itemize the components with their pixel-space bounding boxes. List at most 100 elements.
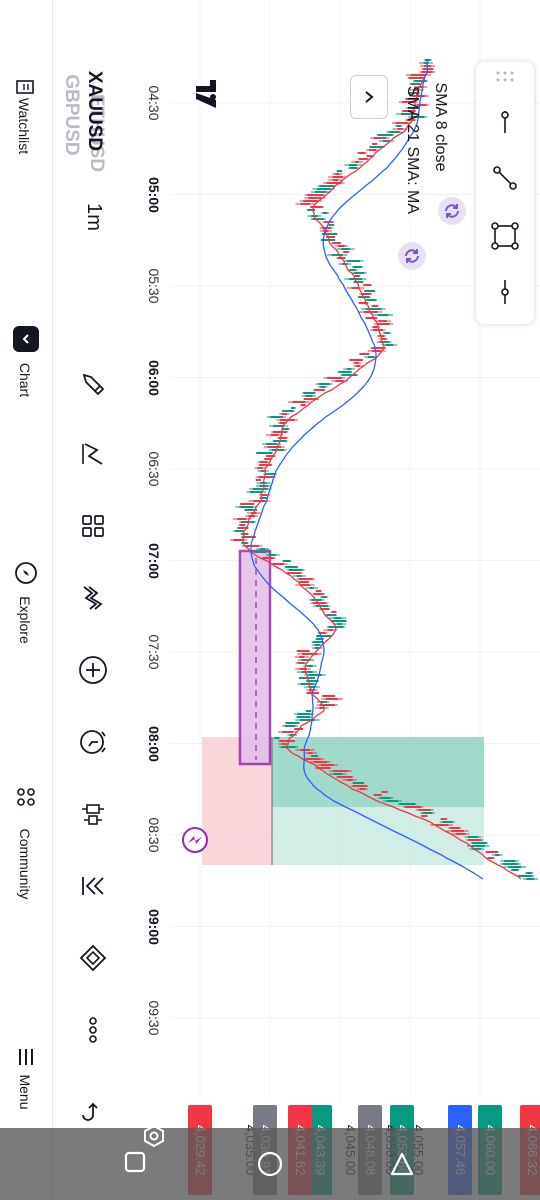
candle-body	[270, 434, 279, 436]
candle-body	[320, 764, 335, 766]
candle-body	[468, 839, 482, 841]
pattern-icon[interactable]	[75, 436, 111, 472]
home-icon[interactable]	[256, 1150, 284, 1178]
undo-icon[interactable]	[75, 1094, 111, 1130]
candle-body	[455, 833, 466, 835]
candle-body	[285, 566, 298, 568]
indicators-icon[interactable]	[75, 580, 111, 616]
candle-body	[386, 800, 399, 802]
legend-toggle-button[interactable]	[350, 75, 388, 119]
candle-style-icon[interactable]	[75, 796, 111, 832]
candle-body	[299, 656, 305, 658]
candle-body	[258, 476, 274, 478]
sma21-refresh-icon[interactable]	[398, 242, 426, 270]
chart-label[interactable]: Chart	[17, 320, 33, 440]
explore-label[interactable]: Explore	[17, 560, 33, 680]
candle-body	[355, 365, 361, 367]
candle-body	[377, 134, 393, 136]
candle-body	[241, 521, 255, 523]
recents-icon[interactable]	[123, 1150, 147, 1174]
sma8-legend[interactable]: SMA 8 close	[431, 72, 449, 182]
candle-body	[347, 368, 352, 370]
candle-body	[348, 164, 357, 166]
timeframe-selector[interactable]: 1m	[83, 187, 105, 247]
candle-body	[517, 875, 533, 877]
candle-body	[234, 530, 244, 532]
candle-body	[292, 401, 306, 403]
candle-body	[326, 614, 337, 616]
community-label[interactable]: Community	[17, 804, 33, 924]
candle-body	[318, 383, 330, 385]
alert-clock-icon[interactable]	[75, 724, 111, 760]
candle-body	[271, 449, 284, 451]
candle-body	[343, 251, 349, 253]
candle-body	[338, 371, 352, 373]
candle-body	[288, 569, 303, 571]
candle-body	[471, 842, 487, 844]
candle-body	[331, 611, 337, 613]
candle-body	[257, 467, 263, 469]
candle-body	[471, 845, 485, 847]
next-symbol[interactable]: GBPUSD	[60, 60, 82, 170]
candle-body	[309, 587, 314, 589]
candle-body	[239, 506, 254, 508]
back-icon[interactable]	[388, 1150, 416, 1178]
candle-body	[405, 806, 422, 808]
layers-icon[interactable]	[75, 940, 111, 976]
time-tick-label: 07:30	[146, 634, 162, 670]
candle-body	[388, 131, 400, 133]
candle-body	[319, 185, 335, 187]
sma21-legend[interactable]: SMA 21 SMA: MA	[403, 80, 421, 220]
candle-body	[396, 125, 401, 127]
candle-body	[372, 305, 378, 307]
trend-line-icon[interactable]	[487, 104, 523, 140]
time-tick-label: 09:30	[146, 1000, 162, 1036]
layout-grid-icon[interactable]	[75, 508, 111, 544]
time-tick-label: 04:30	[146, 85, 162, 121]
candle-body	[307, 665, 313, 667]
candle-body	[352, 785, 367, 787]
time-axis[interactable]: 04:30 05:00 05:30 06:00 06:30 07:00 07:30 08:00…	[138, 0, 170, 1200]
take-profit-zone-extended	[272, 807, 484, 865]
candle-body	[267, 446, 282, 448]
candle-body	[316, 635, 333, 637]
bottom-navigation: Watchlist Chart Explore Community Menu	[0, 0, 53, 1200]
candle-body	[287, 572, 302, 574]
candle-body	[307, 194, 324, 196]
candle-body	[371, 350, 382, 352]
candle-body	[372, 329, 383, 331]
watchlist-label[interactable]: Watchlist	[16, 66, 32, 186]
candle-body	[366, 299, 377, 301]
candle-body	[468, 836, 478, 838]
add-icon[interactable]	[75, 652, 111, 688]
replay-icon[interactable]	[75, 868, 111, 904]
horizontal-line-icon[interactable]	[487, 274, 523, 310]
candle-body	[331, 254, 343, 256]
settings-hex-icon[interactable]	[142, 1124, 166, 1148]
candle-body	[313, 761, 328, 763]
candle-body	[488, 857, 494, 859]
candle-body	[335, 380, 344, 382]
candle-body	[253, 500, 266, 502]
pencil-icon[interactable]	[75, 366, 111, 402]
candle-body	[259, 464, 272, 466]
candle-body	[495, 854, 500, 856]
candle-body	[377, 323, 390, 325]
candle-body	[322, 212, 328, 214]
rectangle-tool-icon[interactable]	[487, 218, 523, 254]
candle-body	[281, 743, 286, 745]
candle-body	[418, 809, 431, 811]
candle-body	[254, 551, 267, 553]
drag-handle-icon[interactable]	[494, 70, 516, 84]
candle-body	[358, 302, 369, 304]
candle-body	[282, 731, 294, 733]
candle-body	[337, 776, 353, 778]
sma8-refresh-icon[interactable]	[438, 197, 466, 225]
candle-body	[306, 758, 321, 760]
candle-body	[336, 170, 342, 172]
more-icon[interactable]	[75, 1012, 111, 1048]
candle-body	[353, 272, 365, 274]
symbol-selector[interactable]: XAUUSD	[83, 56, 105, 166]
candle-body	[256, 479, 261, 481]
ray-icon[interactable]	[487, 160, 523, 196]
